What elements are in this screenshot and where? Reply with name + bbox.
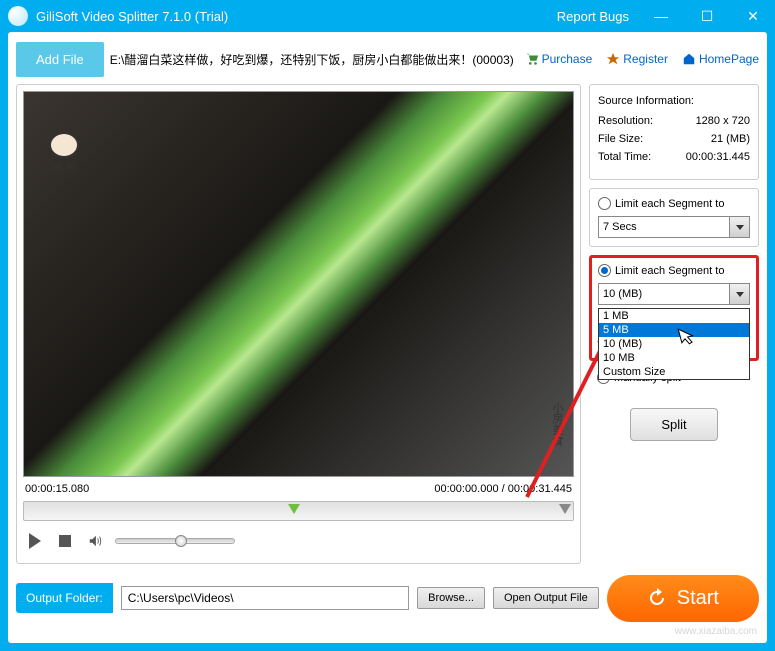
browse-button[interactable]: Browse... <box>417 587 485 609</box>
chevron-down-icon <box>729 217 749 237</box>
window-title: GiliSoft Video Splitter 7.1.0 (Trial) <box>36 9 557 24</box>
video-watermark-text: 小房美食 <box>549 402 565 446</box>
split-button[interactable]: Split <box>630 408 717 441</box>
add-file-button[interactable]: Add File <box>16 42 104 77</box>
titlebar: GiliSoft Video Splitter 7.1.0 (Trial) Re… <box>0 0 775 32</box>
source-info-title: Source Information: <box>598 95 750 107</box>
chevron-down-icon <box>729 284 749 304</box>
page-watermark: www.xiazaiba.com <box>675 626 757 637</box>
current-file-path: E:\醋溜白菜这样做，好吃到爆，还特别下饭，厨房小白都能做出来！(00003) <box>110 51 519 68</box>
dropdown-item[interactable]: 10 (MB) <box>599 337 749 351</box>
cart-icon <box>525 52 539 66</box>
output-folder-label: Output Folder: <box>16 583 113 613</box>
resolution-value: 1280 x 720 <box>696 115 750 127</box>
segment-size-select[interactable]: 10 (MB) <box>598 283 750 305</box>
register-link[interactable]: Register <box>606 52 668 66</box>
home-icon <box>682 52 696 66</box>
position-total-time: 00:00:00.000 / 00:00:31.445 <box>434 483 572 495</box>
maximize-button[interactable]: ☐ <box>693 6 721 26</box>
output-folder-input[interactable] <box>121 586 409 610</box>
play-icon <box>29 533 41 549</box>
timeline-scrubber[interactable] <box>23 501 574 521</box>
playback-controls <box>23 525 574 557</box>
video-preview[interactable]: 美 食 小房美食 <box>23 91 574 477</box>
dropdown-item[interactable]: 10 MB <box>599 351 749 365</box>
segment-size-radio[interactable] <box>598 264 611 277</box>
minimize-button[interactable]: — <box>647 6 675 26</box>
source-info-box: Source Information: Resolution:1280 x 72… <box>589 84 759 180</box>
video-panel: 美 食 小房美食 00:00:15.080 00:00:00.000 / 00:… <box>16 84 581 564</box>
dropdown-item[interactable]: 5 MB <box>599 323 749 337</box>
stop-button[interactable] <box>55 531 75 551</box>
time-labels: 00:00:15.080 00:00:00.000 / 00:00:31.445 <box>23 477 574 497</box>
volume-button[interactable] <box>85 531 105 551</box>
purchase-link[interactable]: Purchase <box>525 52 593 66</box>
volume-slider[interactable] <box>115 538 235 544</box>
homepage-link[interactable]: HomePage <box>682 52 759 66</box>
speaker-icon <box>88 534 102 548</box>
video-watermark-logo: 美 食 <box>44 132 84 182</box>
totaltime-value: 00:00:31.445 <box>686 151 750 163</box>
report-bugs-link[interactable]: Report Bugs <box>557 9 629 24</box>
open-output-button[interactable]: Open Output File <box>493 587 599 609</box>
star-icon <box>606 52 620 66</box>
segment-size-option: Limit each Segment to 10 (MB) 1 MB 5 MB … <box>589 255 759 361</box>
close-button[interactable]: ✕ <box>739 6 767 26</box>
options-panel: Source Information: Resolution:1280 x 72… <box>589 84 759 564</box>
segment-time-select[interactable]: 7 Secs <box>598 216 750 238</box>
segment-end-marker[interactable] <box>559 504 571 520</box>
app-logo-icon <box>8 6 28 26</box>
play-button[interactable] <box>25 531 45 551</box>
segment-time-radio[interactable] <box>598 197 611 210</box>
stop-icon <box>59 535 71 547</box>
current-time: 00:00:15.080 <box>25 483 89 495</box>
bottom-bar: Output Folder: Browse... Open Output Fil… <box>16 574 759 622</box>
segment-start-marker[interactable] <box>288 504 300 520</box>
dropdown-item[interactable]: Custom Size <box>599 365 749 379</box>
filesize-value: 21 (MB) <box>711 133 750 145</box>
volume-thumb[interactable] <box>175 535 187 547</box>
toolbar: Add File E:\醋溜白菜这样做，好吃到爆，还特别下饭，厨房小白都能做出来… <box>16 40 759 78</box>
segment-size-dropdown: 1 MB 5 MB 10 (MB) 10 MB Custom Size <box>598 308 750 380</box>
start-button[interactable]: Start <box>607 575 759 622</box>
dropdown-item[interactable]: 1 MB <box>599 309 749 323</box>
segment-time-option: Limit each Segment to 7 Secs <box>589 188 759 247</box>
refresh-icon <box>647 588 667 608</box>
